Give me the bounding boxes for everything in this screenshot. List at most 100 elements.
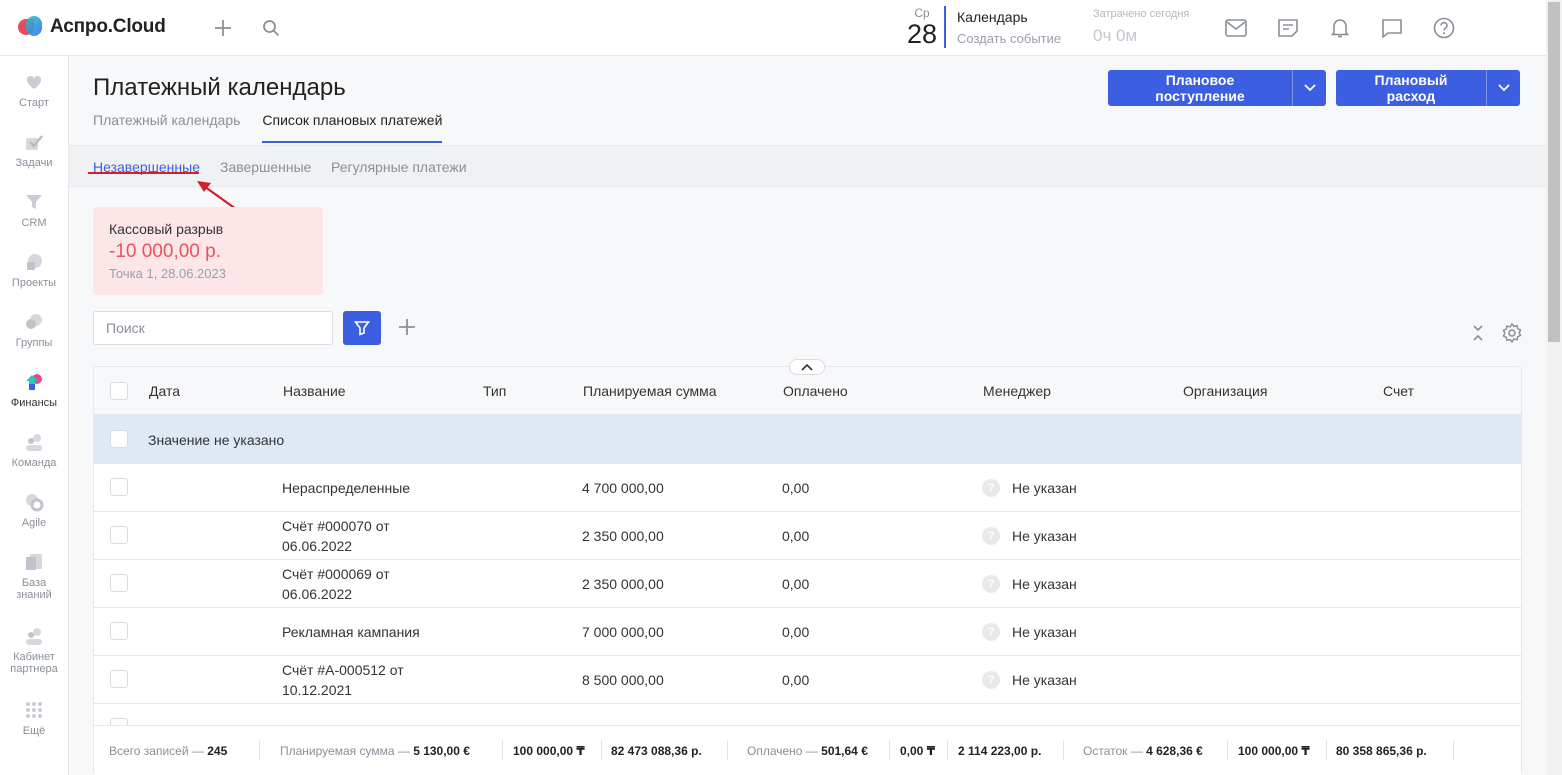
column-header-type[interactable]: Тип: [483, 383, 506, 399]
paid-total-rub-value: 2 114 223,00 р.: [958, 744, 1042, 758]
help-icon[interactable]: [1432, 16, 1456, 40]
row-name[interactable]: Счёт #000069 от 06.06.2022: [282, 564, 432, 604]
mail-icon[interactable]: [1224, 16, 1248, 40]
column-header-account[interactable]: Счет: [1383, 383, 1414, 399]
row-checkbox[interactable]: [110, 526, 128, 544]
filter-button[interactable]: [343, 311, 381, 345]
column-header-paid[interactable]: Оплачено: [783, 383, 848, 399]
time-spent-label: Затрачено сегодня: [1093, 8, 1190, 20]
collapse-rows-icon[interactable]: [1469, 322, 1487, 344]
footer-divider: [1453, 740, 1454, 760]
subtab-completed[interactable]: Завершенные: [220, 159, 311, 175]
tab-payment-calendar[interactable]: Платежный календарь: [93, 112, 240, 143]
sidebar-item-groups[interactable]: Группы: [0, 312, 68, 349]
sidebar: Старт Задачи CRM Проекты Группы Финансы …: [0, 56, 69, 775]
group-label: Значение не указано: [148, 432, 285, 448]
search-input[interactable]: [93, 311, 333, 345]
calendar-link[interactable]: Календарь: [957, 9, 1028, 25]
column-header-organization[interactable]: Организация: [1183, 383, 1267, 399]
paid-total-kzt-value: 0,00 ₸: [900, 744, 936, 758]
footer-divider: [1227, 740, 1228, 760]
cash-gap-card[interactable]: Кассовый разрыв -10 000,00 р. Точка 1, 2…: [93, 207, 323, 295]
page-title: Платежный календарь: [93, 74, 346, 101]
row-name[interactable]: Нераспределенные: [282, 478, 410, 498]
cash-gap-value: -10 000,00 р.: [109, 241, 221, 262]
planned-expense-button[interactable]: Плановый расход: [1336, 70, 1520, 106]
total-records-label: Всего записей —: [109, 744, 204, 758]
sidebar-item-crm[interactable]: CRM: [0, 192, 68, 229]
table-row[interactable]: Счёт #А-000512 от 10.12.2021 8 500 000,0…: [94, 656, 1521, 704]
table-row[interactable]: Рекламная кампания 7 000 000,00 0,00 ? Н…: [94, 608, 1521, 656]
app-logo[interactable]: Аспро.Cloud: [18, 16, 166, 38]
sidebar-item-label: Группы: [15, 337, 53, 349]
finance-icon: [26, 374, 42, 390]
row-manager: Не указан: [1012, 480, 1077, 496]
sidebar-item-label: Проекты: [11, 277, 57, 289]
footer-divider: [947, 740, 948, 760]
column-header-planned-amount[interactable]: Планируемая сумма: [583, 383, 717, 399]
rest-total-eur: 4 628,36 €: [1146, 744, 1203, 758]
row-name[interactable]: Счёт #А-000512 от 10.12.2021: [282, 660, 432, 700]
day-number: 28: [906, 19, 938, 49]
sidebar-item-label: Команда: [11, 457, 57, 469]
sidebar-item-more[interactable]: Ещё: [0, 700, 68, 737]
annotation-underline: [88, 172, 199, 174]
sidebar-item-team[interactable]: Команда: [0, 432, 68, 469]
plus-icon[interactable]: [211, 16, 235, 40]
table-row[interactable]: Счёт #000069 от 06.06.2022 2 350 000,00 …: [94, 560, 1521, 608]
row-name[interactable]: Рекламная кампания: [282, 622, 420, 642]
collapse-panel-toggle[interactable]: [789, 359, 825, 375]
chevron-down-icon[interactable]: [1292, 70, 1326, 106]
row-checkbox[interactable]: [110, 670, 128, 688]
sidebar-item-agile[interactable]: Agile: [0, 492, 68, 529]
row-checkbox[interactable]: [110, 622, 128, 640]
cash-gap-title: Кассовый разрыв: [109, 221, 224, 237]
sidebar-item-partner[interactable]: Кабинет партнера: [0, 626, 68, 675]
chevron-down-icon[interactable]: [1486, 70, 1520, 106]
row-amount: 2 350 000,00: [582, 528, 664, 544]
paid-total-kzt: 0,00 ₸: [900, 744, 935, 758]
row-paid: 0,00: [782, 528, 810, 544]
sidebar-item-knowledge[interactable]: База знаний: [0, 552, 68, 601]
note-icon[interactable]: [1276, 16, 1300, 40]
sidebar-item-finance[interactable]: Финансы: [0, 372, 68, 409]
sidebar-item-tasks[interactable]: Задачи: [0, 132, 68, 169]
column-header-name[interactable]: Название: [283, 383, 346, 399]
create-event-link[interactable]: Создать событие: [957, 31, 1061, 46]
table-row[interactable]: Счёт #000070 от 06.06.2022 2 350 000,00 …: [94, 512, 1521, 560]
bell-icon[interactable]: [1328, 16, 1352, 40]
footer-divider: [727, 740, 728, 760]
footer-divider: [502, 740, 503, 760]
add-payment-button[interactable]: [396, 316, 418, 338]
time-spent-value[interactable]: 0ч 0м: [1093, 26, 1137, 46]
search-icon[interactable]: [259, 16, 283, 40]
row-checkbox[interactable]: [110, 574, 128, 592]
unknown-user-icon: ?: [982, 575, 1000, 593]
sidebar-item-start[interactable]: Старт: [0, 72, 68, 109]
gear-icon[interactable]: [1501, 322, 1523, 344]
paid-total-eur: 501,64 €: [821, 744, 868, 758]
planned-total-rub-value: 82 473 088,36 р.: [611, 744, 702, 758]
column-header-manager[interactable]: Менеджер: [983, 383, 1051, 399]
planned-income-button[interactable]: Плановое поступление: [1108, 70, 1326, 106]
chat-icon[interactable]: [1380, 16, 1404, 40]
sidebar-item-projects[interactable]: Проекты: [0, 252, 68, 289]
row-checkbox[interactable]: [110, 478, 128, 496]
footer-divider: [1063, 740, 1064, 760]
unknown-user-icon: ?: [982, 527, 1000, 545]
select-all-checkbox[interactable]: [110, 382, 128, 400]
tab-planned-payments-list[interactable]: Список плановых платежей: [262, 112, 443, 143]
page-scrollbar-thumb[interactable]: [1548, 2, 1560, 342]
group-checkbox[interactable]: [110, 430, 128, 448]
row-name[interactable]: Счёт #000070 от 06.06.2022: [282, 516, 432, 556]
row-manager: Не указан: [1012, 528, 1077, 544]
group-row[interactable]: Значение не указано: [94, 415, 1521, 464]
column-header-date[interactable]: Дата: [149, 383, 180, 399]
planned-total-kzt-value: 100 000,00 ₸: [513, 744, 585, 758]
table-row[interactable]: Нераспределенные 4 700 000,00 0,00 ? Не …: [94, 464, 1521, 512]
sidebar-item-label: Ещё: [22, 725, 46, 737]
unknown-user-icon: ?: [982, 479, 1000, 497]
top-bar: Аспро.Cloud Ср 28 Календарь Создать собы…: [0, 0, 1546, 56]
date-widget[interactable]: Ср 28: [900, 6, 944, 48]
subtab-recurring[interactable]: Регулярные платежи: [331, 159, 467, 175]
